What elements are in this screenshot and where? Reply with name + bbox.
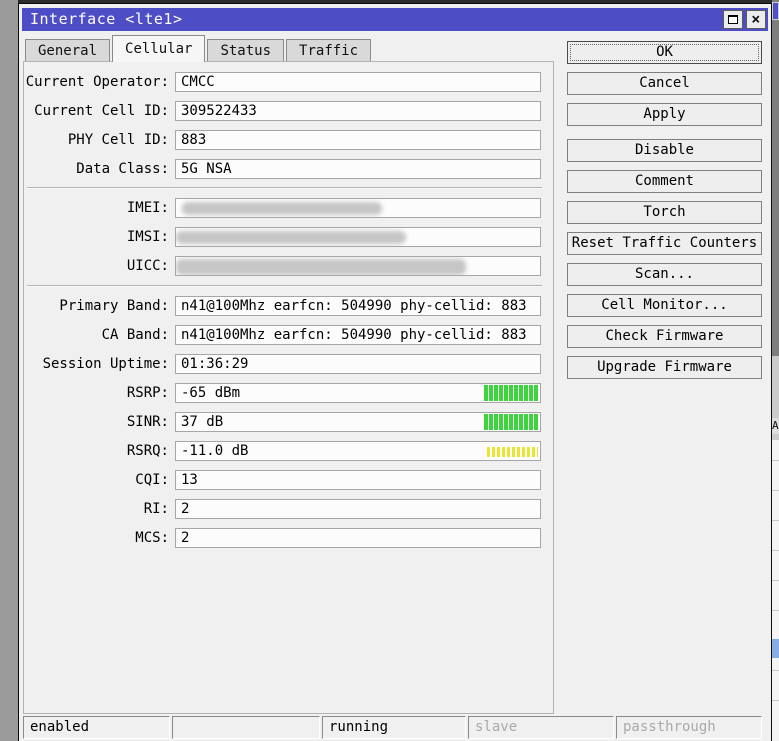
sinr-signal-bar xyxy=(484,414,538,430)
field-row-rsrq: RSRQ: -11.0 dB xyxy=(19,441,554,461)
rsrp-input[interactable]: -65 dBm xyxy=(175,383,541,403)
field-row-uicc: UICC: xyxy=(19,256,554,276)
rsrq-input[interactable]: -11.0 dB xyxy=(175,441,541,461)
field-label: CQI: xyxy=(19,470,169,490)
tab-cellular[interactable]: Cellular xyxy=(112,35,205,62)
sinr-input[interactable]: 37 dB xyxy=(175,412,541,432)
tab-status[interactable]: Status xyxy=(207,39,284,62)
field-row-mcs: MCS: 2 xyxy=(19,528,554,548)
field-label: IMSI: xyxy=(19,227,169,247)
field-label: Data Class: xyxy=(19,159,169,179)
background-selected-row-fragment xyxy=(772,639,779,658)
comment-button[interactable]: Comment xyxy=(567,170,762,193)
field-label: IMEI: xyxy=(19,198,169,218)
field-row-imsi: IMSI: xyxy=(19,227,554,247)
session-uptime-input[interactable]: 01:36:29 xyxy=(175,354,541,374)
field-row-ri: RI: 2 xyxy=(19,499,554,519)
field-row-sinr: SINR: 37 dB xyxy=(19,412,554,432)
maximize-icon xyxy=(728,15,738,24)
title-bar[interactable]: Interface <lte1> × xyxy=(22,8,768,31)
background-window-edge: A xyxy=(772,0,779,741)
ca-band-input[interactable]: n41@100Mhz earfcn: 504990 phy-cellid: 88… xyxy=(175,325,541,345)
field-row-cqi: CQI: 13 xyxy=(19,470,554,490)
redaction-blur xyxy=(176,231,406,244)
field-label: MCS: xyxy=(19,528,169,548)
field-row-imei: IMEI: xyxy=(19,198,554,218)
field-label: RSRP: xyxy=(19,383,169,403)
cancel-button[interactable]: Cancel xyxy=(567,72,762,95)
field-row-phy-cell-id: PHY Cell ID: 883 xyxy=(19,130,554,150)
status-passthrough: passthrough xyxy=(616,716,762,739)
field-label: SINR: xyxy=(19,412,169,432)
field-label: Current Operator: xyxy=(19,72,169,92)
torch-button[interactable]: Torch xyxy=(567,201,762,224)
field-label: Current Cell ID: xyxy=(19,101,169,121)
redaction-blur xyxy=(182,202,382,215)
current-cell-id-input[interactable]: 309522433 xyxy=(175,101,541,121)
current-operator-input[interactable]: CMCC xyxy=(175,72,541,92)
background-list-fragment xyxy=(772,440,779,741)
field-label: CA Band: xyxy=(19,325,169,345)
rsrq-signal-bar xyxy=(487,447,538,457)
cqi-input[interactable]: 13 xyxy=(175,470,541,490)
section-separator xyxy=(27,187,542,189)
apply-button[interactable]: Apply xyxy=(567,103,762,126)
status-empty xyxy=(172,716,320,739)
scan-button[interactable]: Scan... xyxy=(567,263,762,286)
status-running: running xyxy=(322,716,466,739)
field-row-rsrp: RSRP: -65 dBm xyxy=(19,383,554,403)
background-titlebar-fragment xyxy=(772,2,779,20)
section-separator xyxy=(27,285,542,287)
field-label: Session Uptime: xyxy=(19,354,169,374)
field-row-current-operator: Current Operator: CMCC xyxy=(19,72,554,92)
tab-bar: General Cellular Status Traffic xyxy=(25,34,373,62)
maximize-button[interactable] xyxy=(723,10,743,29)
tab-general[interactable]: General xyxy=(25,39,110,62)
field-row-primary-band: Primary Band: n41@100Mhz earfcn: 504990 … xyxy=(19,296,554,316)
close-button[interactable]: × xyxy=(746,10,766,29)
mcs-input[interactable]: 2 xyxy=(175,528,541,548)
interface-dialog-window: Interface <lte1> × General Cellular Stat… xyxy=(18,3,772,741)
field-label: UICC: xyxy=(19,256,169,276)
desktop-left-strip xyxy=(0,0,18,741)
imsi-input[interactable] xyxy=(175,227,541,247)
close-icon: × xyxy=(751,12,761,27)
redaction-blur xyxy=(176,259,466,275)
check-firmware-button[interactable]: Check Firmware xyxy=(567,325,762,348)
ri-input[interactable]: 2 xyxy=(175,499,541,519)
disable-button[interactable]: Disable xyxy=(567,139,762,162)
status-slave: slave xyxy=(468,716,614,739)
background-edge-text: A xyxy=(772,418,779,434)
field-row-data-class: Data Class: 5G NSA xyxy=(19,159,554,179)
imei-input[interactable] xyxy=(175,198,541,218)
phy-cell-id-input[interactable]: 883 xyxy=(175,130,541,150)
desktop: A Interface <lte1> × General Cellular xyxy=(0,0,779,741)
reset-traffic-counters-button[interactable]: Reset Traffic Counters xyxy=(567,232,762,255)
field-row-current-cell-id: Current Cell ID: 309522433 xyxy=(19,101,554,121)
upgrade-firmware-button[interactable]: Upgrade Firmware xyxy=(567,356,762,379)
field-row-session-uptime: Session Uptime: 01:36:29 xyxy=(19,354,554,374)
uicc-input[interactable] xyxy=(175,256,541,276)
primary-band-input[interactable]: n41@100Mhz earfcn: 504990 phy-cellid: 88… xyxy=(175,296,541,316)
cell-monitor-button[interactable]: Cell Monitor... xyxy=(567,294,762,317)
status-bar: enabled running slave passthrough xyxy=(19,714,773,741)
field-label: RI: xyxy=(19,499,169,519)
ok-button[interactable]: OK xyxy=(567,41,762,64)
tab-traffic[interactable]: Traffic xyxy=(286,39,371,62)
data-class-input[interactable]: 5G NSA xyxy=(175,159,541,179)
field-label: Primary Band: xyxy=(19,296,169,316)
window-title: Interface <lte1> xyxy=(30,10,183,28)
field-label: PHY Cell ID: xyxy=(19,130,169,150)
status-enabled: enabled xyxy=(23,716,170,739)
rsrp-signal-bar xyxy=(484,385,538,401)
field-label: RSRQ: xyxy=(19,441,169,461)
field-row-ca-band: CA Band: n41@100Mhz earfcn: 504990 phy-c… xyxy=(19,325,554,345)
